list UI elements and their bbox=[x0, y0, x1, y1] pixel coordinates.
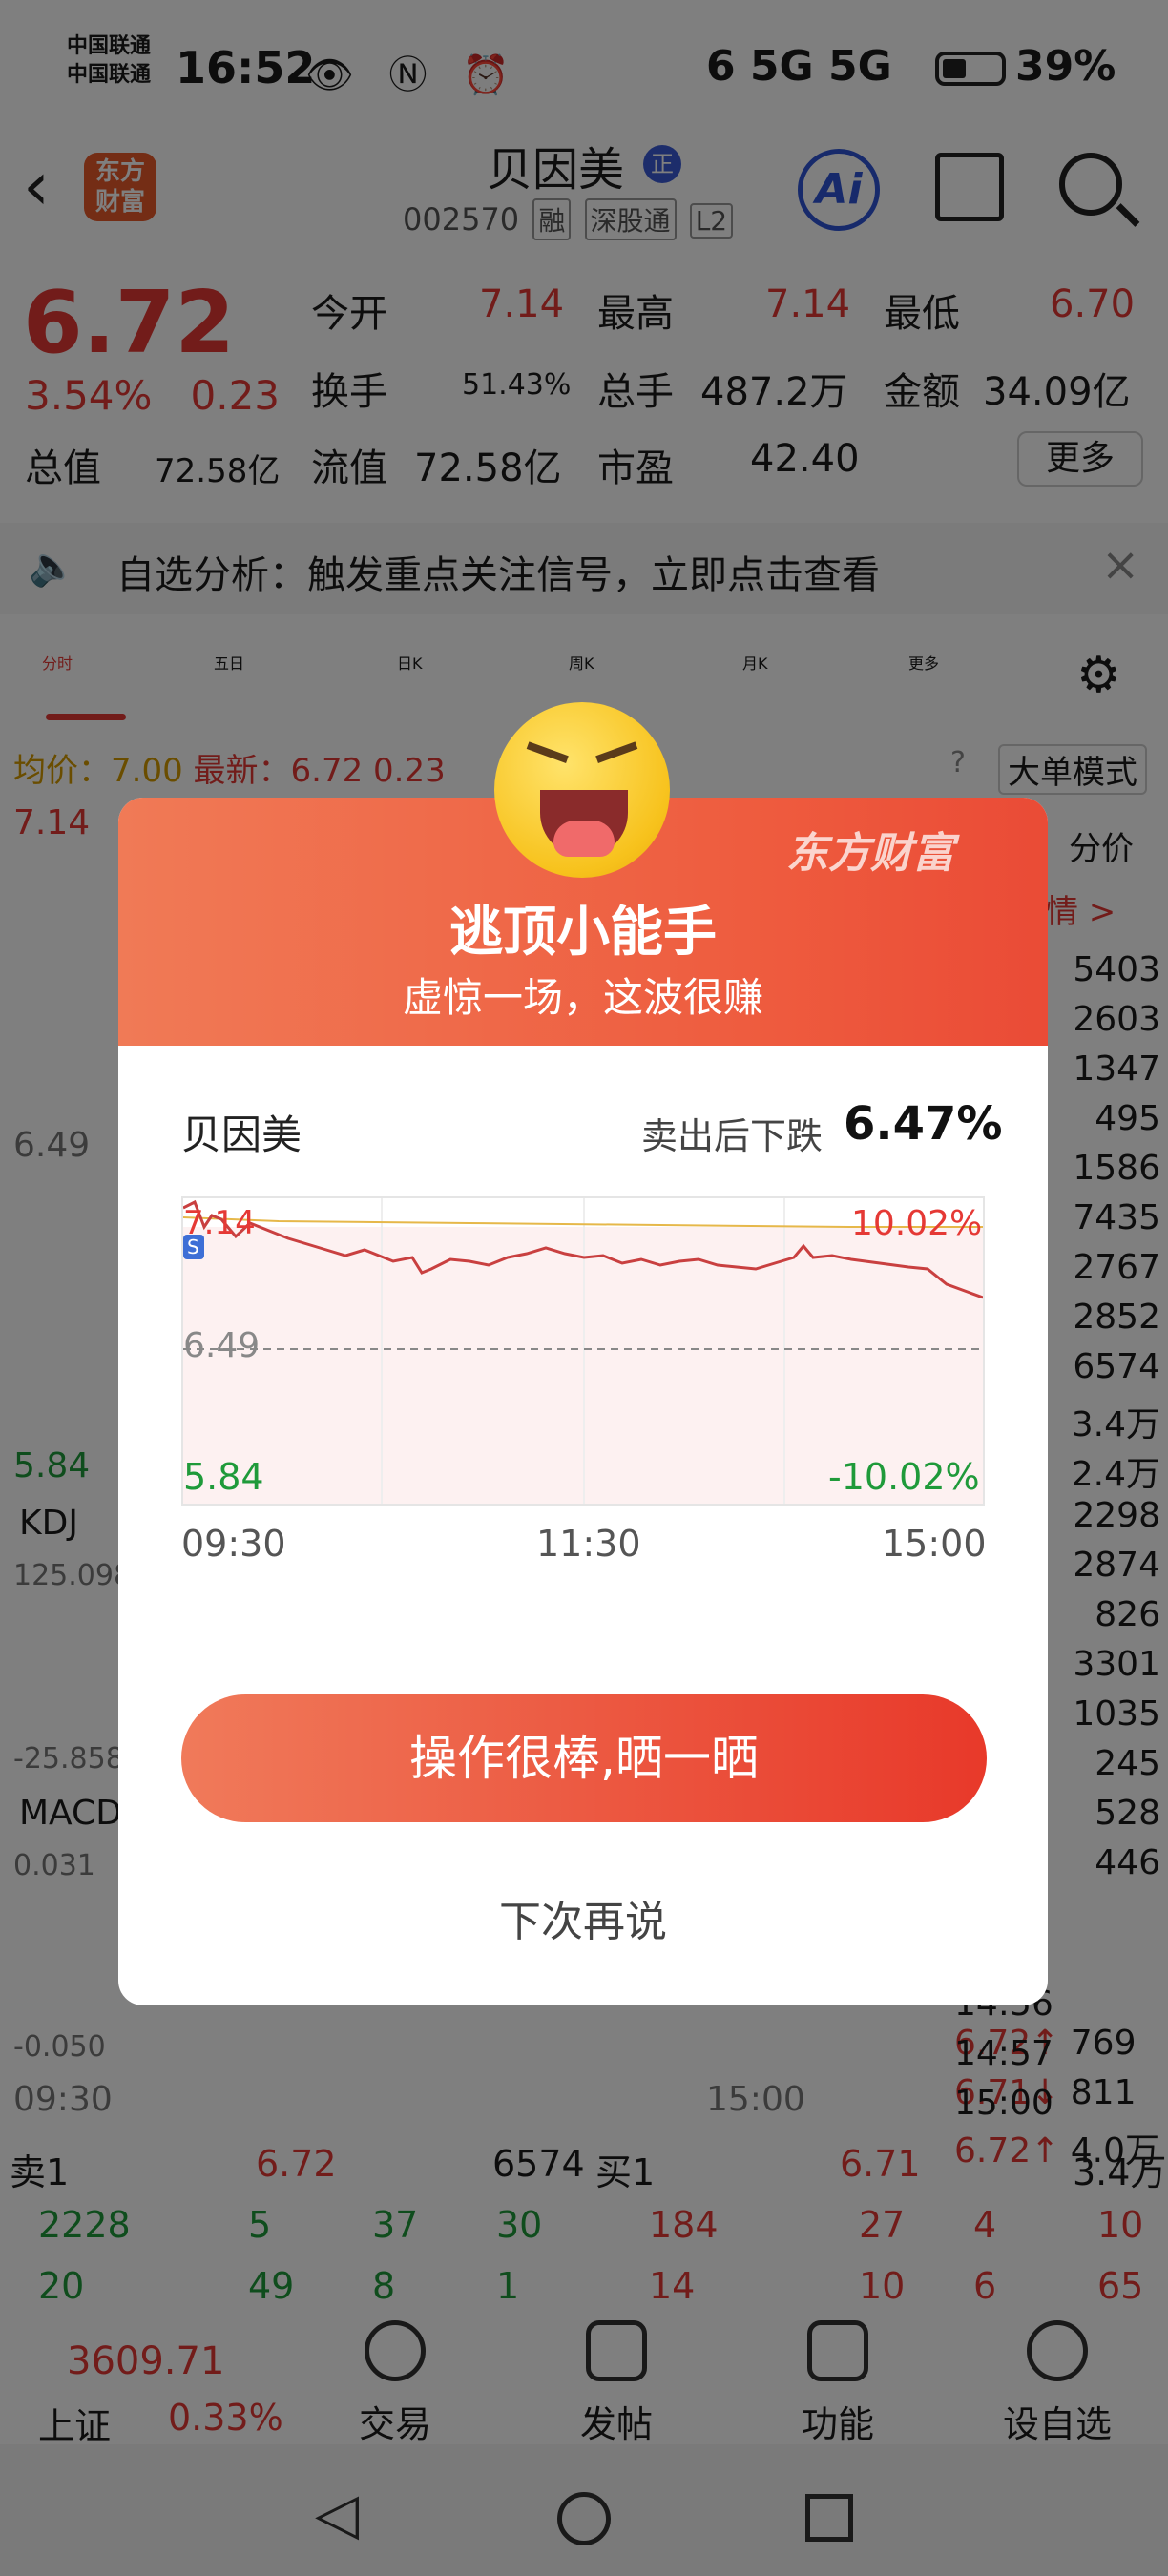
drop-label: 卖出后下跌 bbox=[641, 1115, 824, 1157]
brand-watermark: 东方财富 bbox=[786, 829, 954, 878]
mini-pct-bot: -10.02% bbox=[828, 1456, 980, 1498]
modal-subtitle: 虚惊一场，这波很赚 bbox=[402, 974, 763, 1021]
mini-pct-top: 10.02% bbox=[851, 1204, 983, 1243]
share-modal: 东方财富 逃顶小能手 虚惊一场，这波很赚 贝因美 卖出后下跌 6.47% S 7… bbox=[118, 798, 1048, 2005]
emoji-mouth bbox=[540, 790, 628, 857]
drop-value: 6.47% bbox=[844, 1097, 1003, 1151]
mini-ymax: 7.14 bbox=[183, 1204, 256, 1242]
share-button[interactable]: 操作很棒,晒一晒 bbox=[181, 1694, 987, 1822]
mini-time-start: 09:30 bbox=[181, 1523, 286, 1565]
mini-chart: S 7.14 10.02% 6.49 5.84 -10.02% bbox=[181, 1196, 985, 1506]
app-screen: 中国联通中国联通 16:52 👁 Ⓝ ⏰ 6 5G 5G 39% ‹ 东方财富 … bbox=[0, 0, 1168, 2576]
modal-stock-name: 贝因美 bbox=[181, 1111, 302, 1158]
mini-time-mid: 11:30 bbox=[536, 1523, 641, 1565]
mini-ymid: 6.49 bbox=[183, 1326, 261, 1365]
later-button[interactable]: 下次再说 bbox=[118, 1887, 1048, 1948]
mini-ymin: 5.84 bbox=[183, 1456, 264, 1498]
mini-time-end: 15:00 bbox=[882, 1523, 987, 1565]
emoji-eye-right bbox=[595, 741, 645, 783]
modal-title: 逃顶小能手 bbox=[449, 902, 717, 964]
emoji-eye-left bbox=[519, 741, 569, 783]
laughing-emoji-icon bbox=[494, 702, 670, 878]
